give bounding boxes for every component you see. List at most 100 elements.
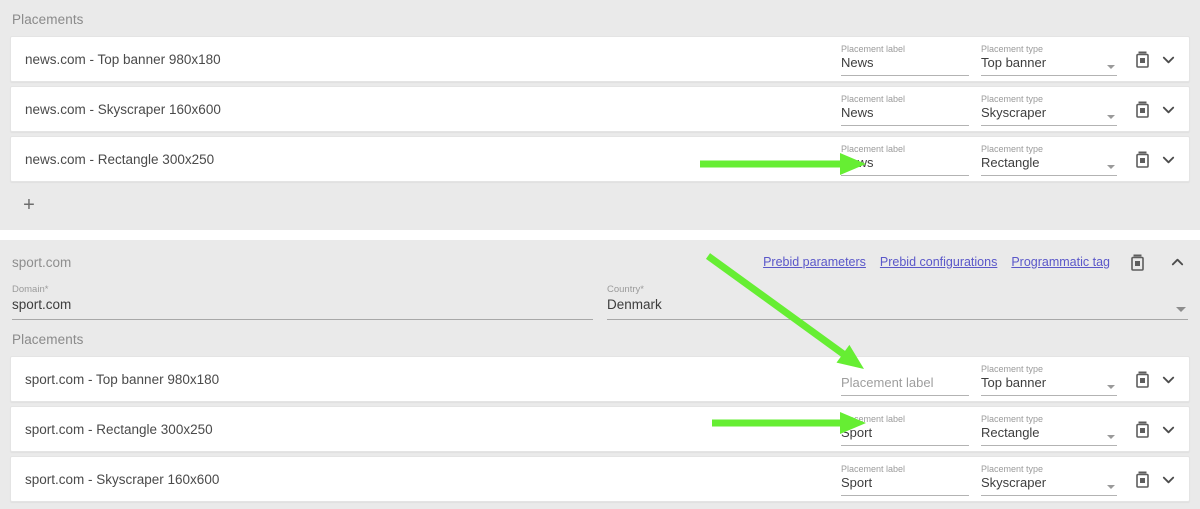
field-underline	[981, 394, 1117, 396]
placement-type-select[interactable]: Placement type Top banner	[981, 43, 1117, 76]
placement-type-value: Rectangle	[981, 154, 1040, 170]
add-placement-button[interactable]: +	[16, 192, 42, 218]
field-underline	[981, 494, 1117, 496]
placement-row-list-news: news.com - Top banner 980x180 Placement …	[0, 36, 1200, 182]
placement-label-value: Sport	[841, 474, 873, 490]
placement-row[interactable]: news.com - Top banner 980x180 Placement …	[10, 36, 1190, 82]
placement-label-value: News	[841, 54, 874, 70]
placement-type-caption: Placement type	[981, 363, 1044, 374]
prebid-parameters-link[interactable]: Prebid parameters	[763, 255, 866, 269]
placement-label-caption: Placement label	[841, 463, 906, 474]
placement-label-field[interactable]: Placement label Sport	[841, 413, 969, 446]
delete-placement-button[interactable]	[1129, 96, 1155, 122]
dropdown-caret-icon	[1107, 434, 1115, 439]
section-divider	[0, 230, 1200, 240]
domain-header[interactable]: sport.com Prebid parameters Prebid confi…	[0, 240, 1200, 281]
field-underline	[841, 174, 969, 176]
placement-row[interactable]: sport.com - Rectangle 300x250 Placement …	[10, 406, 1190, 452]
placement-fields: Placement label News Placement type Top …	[841, 43, 1181, 76]
placement-type-caption: Placement type	[981, 463, 1044, 474]
section-sport: sport.com Prebid parameters Prebid confi…	[0, 240, 1200, 502]
domain-field-value: sport.com	[12, 297, 72, 312]
delete-domain-button[interactable]	[1124, 249, 1150, 275]
dropdown-caret-icon	[1107, 484, 1115, 489]
placement-label-field[interactable]: Placement label Sport	[841, 463, 969, 496]
country-field[interactable]: Country* Denmark	[607, 283, 1188, 320]
domain-header-actions: Prebid parameters Prebid configurations …	[763, 249, 1190, 275]
domain-header-name: sport.com	[12, 254, 72, 270]
placement-row[interactable]: news.com - Skyscraper 160x600 Placement …	[10, 86, 1190, 132]
expand-placement-button[interactable]	[1155, 416, 1181, 442]
delete-placement-button[interactable]	[1129, 366, 1155, 392]
prebid-configurations-link[interactable]: Prebid configurations	[880, 255, 997, 269]
field-underline	[841, 444, 969, 446]
placement-type-select[interactable]: Placement type Top banner	[981, 363, 1117, 396]
placement-fields: Placement label Sport Placement type Rec…	[841, 413, 1181, 446]
placement-name: sport.com - Rectangle 300x250	[25, 421, 213, 437]
delete-placement-button[interactable]	[1129, 466, 1155, 492]
field-underline	[841, 394, 969, 396]
expand-placement-button[interactable]	[1155, 466, 1181, 492]
expand-placement-button[interactable]	[1155, 366, 1181, 392]
placement-name: sport.com - Top banner 980x180	[25, 371, 220, 387]
dropdown-caret-icon	[1176, 307, 1186, 312]
dropdown-caret-icon	[1107, 64, 1115, 69]
field-underline	[12, 319, 593, 320]
placement-name: news.com - Rectangle 300x250	[25, 151, 215, 167]
placement-fields: Placement label News Placement type Rect…	[841, 143, 1181, 176]
placement-type-select[interactable]: Placement type Rectangle	[981, 413, 1117, 446]
placement-row[interactable]: sport.com - Skyscraper 160x600 Placement…	[10, 456, 1190, 502]
placement-type-caption: Placement type	[981, 93, 1044, 104]
expand-placement-button[interactable]	[1155, 96, 1181, 122]
placement-name: news.com - Skyscraper 160x600	[25, 101, 221, 117]
placement-type-value: Skyscraper	[981, 474, 1047, 490]
placement-type-caption: Placement type	[981, 143, 1044, 154]
placement-type-value: Rectangle	[981, 424, 1040, 440]
country-field-col: Country* Denmark	[607, 283, 1188, 320]
field-underline	[607, 319, 1188, 320]
placement-label-field[interactable]: Placement label News	[841, 43, 969, 76]
collapse-domain-button[interactable]	[1164, 249, 1190, 275]
dropdown-caret-icon	[1107, 384, 1115, 389]
placement-label-field[interactable]: Placement label News	[841, 143, 969, 176]
placement-type-caption: Placement type	[981, 413, 1044, 424]
dropdown-caret-icon	[1107, 114, 1115, 119]
field-underline	[981, 124, 1117, 126]
country-field-value: Denmark	[607, 297, 662, 312]
domain-field-caption: Domain*	[12, 284, 49, 295]
field-underline	[841, 124, 969, 126]
placement-label-caption: Placement label	[841, 143, 906, 154]
placement-name: news.com - Top banner 980x180	[25, 51, 221, 67]
delete-placement-button[interactable]	[1129, 416, 1155, 442]
field-underline	[981, 174, 1117, 176]
placement-row[interactable]: sport.com - Top banner 980x180 Placement…	[10, 356, 1190, 402]
placement-type-select[interactable]: Placement type Rectangle	[981, 143, 1117, 176]
expand-placement-button[interactable]	[1155, 46, 1181, 72]
field-underline	[841, 494, 969, 496]
placements-manager: Placements news.com - Top banner 980x180…	[0, 0, 1200, 509]
placement-type-value: Top banner	[981, 54, 1047, 70]
delete-placement-button[interactable]	[1129, 46, 1155, 72]
placement-row[interactable]: news.com - Rectangle 300x250 Placement l…	[10, 136, 1190, 182]
section-news: Placements news.com - Top banner 980x180…	[0, 0, 1200, 230]
placement-label-caption: Placement label	[841, 413, 906, 424]
expand-placement-button[interactable]	[1155, 146, 1181, 172]
domain-field[interactable]: Domain* sport.com	[12, 283, 593, 320]
add-placement-row: +	[0, 186, 1200, 230]
placement-type-value: Skyscraper	[981, 104, 1047, 120]
placement-label-field[interactable]: Placement label News	[841, 93, 969, 126]
domain-country-fields: Domain* sport.com Country* Denmark	[0, 281, 1200, 320]
placements-heading: Placements	[12, 332, 84, 347]
placement-type-select[interactable]: Placement type Skyscraper	[981, 93, 1117, 126]
placement-label-placeholder: Placement label	[841, 374, 934, 390]
placements-heading: Placements	[12, 12, 84, 27]
placement-type-select[interactable]: Placement type Skyscraper	[981, 463, 1117, 496]
dropdown-caret-icon	[1107, 164, 1115, 169]
placement-row-list-sport: sport.com - Top banner 980x180 Placement…	[0, 356, 1200, 502]
field-underline	[981, 444, 1117, 446]
delete-placement-button[interactable]	[1129, 146, 1155, 172]
placement-label-caption: Placement label	[841, 43, 906, 54]
placement-label-field[interactable]: Placement label	[841, 363, 969, 396]
programmatic-tag-link[interactable]: Programmatic tag	[1011, 255, 1110, 269]
field-underline	[841, 74, 969, 76]
